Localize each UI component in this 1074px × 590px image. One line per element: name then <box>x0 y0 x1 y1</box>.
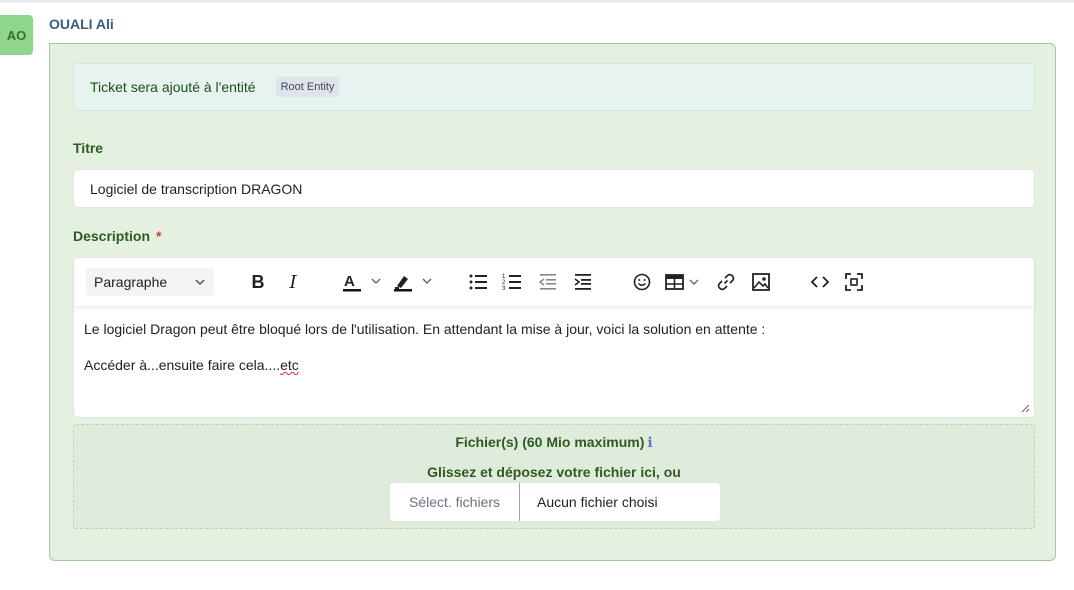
author-name[interactable]: OUALI Ali <box>49 16 114 32</box>
title-label: Titre <box>73 140 104 156</box>
table-icon <box>665 274 699 290</box>
font-color-icon: A <box>343 273 381 292</box>
required-mark: * <box>156 228 162 244</box>
image-icon <box>752 273 770 291</box>
bold-button[interactable]: B <box>246 270 270 294</box>
fullscreen-icon <box>845 273 863 291</box>
chevron-down-icon <box>195 279 205 286</box>
file-dropzone[interactable]: Fichier(s) (60 Mio maximum) ℹ Glissez et … <box>73 424 1035 529</box>
outdent-button[interactable] <box>536 270 560 294</box>
link-button[interactable] <box>714 270 738 294</box>
font-color-button[interactable]: A <box>339 270 385 294</box>
select-files-button[interactable]: Sélect. fichiers <box>390 483 520 521</box>
highlight-icon <box>394 276 432 292</box>
drop-instructions: Glissez et déposez votre fichier ici, ou <box>427 464 681 480</box>
description-editor[interactable]: Paragraphe B I A 1 2 3 Le logiciel Drago… <box>73 257 1035 418</box>
indent-button[interactable] <box>571 270 595 294</box>
italic-icon: I <box>289 271 297 293</box>
editor-text: Accéder à...ensuite faire cela.... <box>84 357 281 374</box>
entity-notice-text: Ticket sera ajouté à l'entité <box>90 79 256 95</box>
emoji-icon <box>633 273 651 291</box>
editor-paragraph: Le logiciel Dragon peut être bloqué lors… <box>84 321 766 337</box>
entity-notice: Ticket sera ajouté à l'entité Root Entit… <box>73 63 1035 111</box>
code-icon <box>810 276 830 288</box>
editor-toolbar: Paragraphe B I A 1 2 3 <box>74 258 1034 307</box>
description-label: Description * <box>73 228 161 244</box>
source-code-button[interactable] <box>808 270 832 294</box>
fullscreen-button[interactable] <box>842 270 866 294</box>
files-title-text: Fichier(s) (60 Mio maximum) <box>455 434 645 450</box>
italic-button[interactable]: I <box>281 270 305 294</box>
bold-icon: B <box>251 271 265 292</box>
no-file-chosen-text: Aucun fichier choisi <box>537 494 658 510</box>
numbered-list-icon: 1 2 3 <box>502 274 521 292</box>
emoji-button[interactable] <box>630 270 654 294</box>
bullet-list-icon <box>469 274 487 290</box>
outdent-icon <box>538 274 556 290</box>
numbered-list-button[interactable]: 1 2 3 <box>500 270 524 294</box>
resize-handle-icon[interactable] <box>1020 403 1030 413</box>
svg-text:3: 3 <box>502 286 506 292</box>
editor-content[interactable]: Le logiciel Dragon peut être bloqué lors… <box>84 320 1024 392</box>
image-button[interactable] <box>749 270 773 294</box>
top-divider <box>0 0 1074 3</box>
title-input-value: Logiciel de transcription DRAGON <box>90 180 303 197</box>
file-input[interactable]: Sélect. fichiers Aucun fichier choisi <box>390 483 720 521</box>
editor-paragraph: Accéder à...ensuite faire cela....etc <box>84 356 1024 374</box>
description-label-text: Description <box>73 228 151 244</box>
paragraph-format-select[interactable]: Paragraphe <box>86 268 214 296</box>
paragraph-format-value: Paragraphe <box>94 274 168 290</box>
ticket-form-card: Ticket sera ajouté à l'entité Root Entit… <box>49 43 1056 561</box>
entity-badge: Root Entity <box>275 77 340 97</box>
title-input[interactable]: Logiciel de transcription DRAGON <box>73 169 1035 208</box>
bullet-list-button[interactable] <box>466 270 490 294</box>
table-button[interactable] <box>663 270 705 294</box>
avatar: AO <box>0 15 33 55</box>
files-title: Fichier(s) (60 Mio maximum) ℹ <box>74 434 1034 451</box>
highlight-button[interactable] <box>390 270 436 294</box>
indent-icon <box>574 274 591 290</box>
svg-text:A: A <box>344 273 355 290</box>
info-icon[interactable]: ℹ <box>647 435 652 451</box>
link-icon <box>717 273 735 291</box>
misspelled-word: etc <box>280 357 299 374</box>
